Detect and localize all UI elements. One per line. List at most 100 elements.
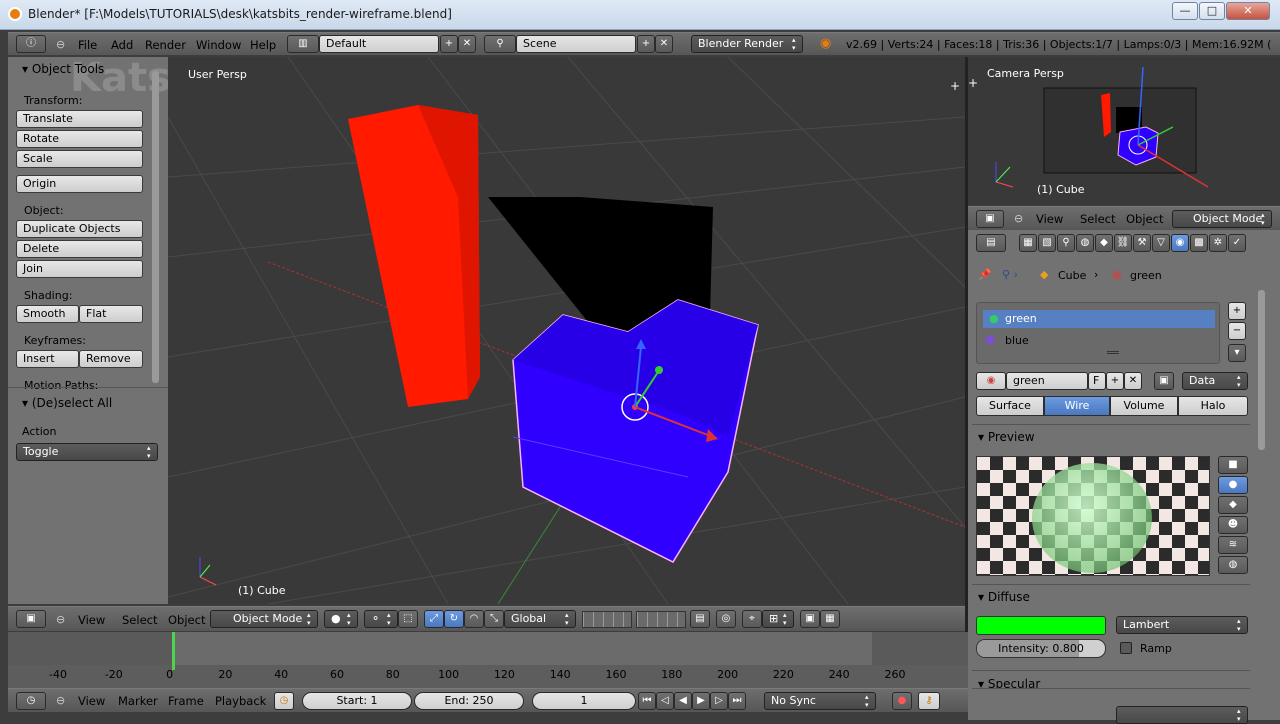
intensity-slider[interactable]: Intensity: 0.800 xyxy=(976,639,1106,658)
arc-manipulator-icon[interactable]: ◠ xyxy=(464,610,484,628)
ramp-checkbox[interactable] xyxy=(1120,642,1132,654)
render-tab-icon[interactable]: ▦ xyxy=(1019,234,1037,252)
unlink-material-button[interactable]: ✕ xyxy=(1124,372,1142,390)
pin-icon[interactable]: 📌 xyxy=(978,268,992,281)
collapse-icon[interactable]: ⊖ xyxy=(1014,212,1023,225)
slot-specials-button[interactable]: ▾ xyxy=(1228,344,1246,362)
screen-layout-icon[interactable]: ▥ xyxy=(287,35,319,53)
material-tab-icon[interactable]: ◉ xyxy=(1171,234,1189,252)
collapse-icon[interactable]: ⊖ xyxy=(56,613,65,626)
record-icon[interactable]: ● xyxy=(892,692,912,710)
tab-wire[interactable]: Wire xyxy=(1044,396,1110,416)
preview-panel-title[interactable]: ▾ Preview xyxy=(978,430,1035,444)
preview-cube-icon[interactable]: ◆ xyxy=(1218,496,1248,514)
viewport-shading-select[interactable]: ● xyxy=(324,610,358,628)
modifiers-tab-icon[interactable]: ⚒ xyxy=(1133,234,1151,252)
play-reverse-icon[interactable]: ◀ xyxy=(674,692,692,710)
render-image-icon[interactable]: ▣ xyxy=(800,610,820,628)
collapse-menus-icon[interactable]: ⊖ xyxy=(56,38,65,51)
menu-object[interactable]: Object xyxy=(1126,212,1163,226)
insert-keyframe-button[interactable]: Insert xyxy=(16,350,79,368)
jump-start-icon[interactable]: ⏮ xyxy=(638,692,656,710)
jump-keyframe-back-icon[interactable]: ◁ xyxy=(656,692,674,710)
node-toggle-icon[interactable]: ▣ xyxy=(1154,372,1174,390)
viewport-plus-icon[interactable]: + xyxy=(950,79,960,93)
minimize-button[interactable]: — xyxy=(1172,2,1198,20)
menu-playback[interactable]: Playback xyxy=(215,694,266,708)
tool-shelf-scrollbar[interactable] xyxy=(152,71,159,383)
maximize-button[interactable]: □ xyxy=(1199,2,1225,20)
camera-plus-icon[interactable]: + xyxy=(968,76,978,90)
fake-user-button[interactable]: F xyxy=(1088,372,1106,390)
tab-volume[interactable]: Volume xyxy=(1110,396,1178,416)
breadcrumb-object[interactable]: Cube xyxy=(1058,269,1086,282)
join-button[interactable]: Join xyxy=(16,260,143,278)
jump-end-icon[interactable]: ⏭ xyxy=(728,692,746,710)
manipulator-toggle-icon[interactable]: ⬚ xyxy=(398,610,418,628)
menu-render[interactable]: Render xyxy=(145,38,186,52)
preview-world-icon[interactable]: ◍ xyxy=(1218,556,1248,574)
diffuse-panel-title[interactable]: ▾ Diffuse xyxy=(978,590,1030,604)
render-layers-tab-icon[interactable]: ▧ xyxy=(1038,234,1056,252)
play-icon[interactable]: ▶ xyxy=(692,692,710,710)
current-frame-field[interactable]: 1 xyxy=(532,692,636,710)
menu-view[interactable]: View xyxy=(1036,212,1063,226)
flat-button[interactable]: Flat xyxy=(79,305,143,323)
collapse-icon[interactable]: ⊖ xyxy=(56,694,65,707)
deselect-all-title[interactable]: ▾ (De)select All xyxy=(22,396,112,410)
diffuse-color-swatch[interactable] xyxy=(976,616,1106,635)
start-frame-field[interactable]: Start: 1 xyxy=(302,692,412,710)
particles-tab-icon[interactable]: ✲ xyxy=(1209,234,1227,252)
smooth-button[interactable]: Smooth xyxy=(16,305,79,323)
close-button[interactable]: ✕ xyxy=(1226,2,1270,20)
end-frame-field[interactable]: End: 250 xyxy=(414,692,524,710)
add-layout-icon[interactable]: + xyxy=(440,35,458,53)
add-slot-button[interactable]: + xyxy=(1228,302,1246,320)
world-tab-icon[interactable]: ◍ xyxy=(1076,234,1094,252)
menu-frame[interactable]: Frame xyxy=(168,694,204,708)
menu-window[interactable]: Window xyxy=(196,38,241,52)
tab-surface[interactable]: Surface xyxy=(976,396,1044,416)
menu-view[interactable]: View xyxy=(78,694,105,708)
jump-keyframe-forward-icon[interactable]: ▷ xyxy=(710,692,728,710)
add-scene-icon[interactable]: + xyxy=(637,35,655,53)
scene-layers-grid[interactable] xyxy=(636,611,686,628)
translate-manipulator-icon[interactable]: ⤢ xyxy=(424,610,444,628)
duplicate-objects-button[interactable]: Duplicate Objects xyxy=(16,220,143,238)
new-material-button[interactable]: + xyxy=(1106,372,1124,390)
physics-tab-icon[interactable]: ✓ xyxy=(1228,234,1246,252)
list-resize-handle[interactable] xyxy=(1107,351,1119,354)
material-browse-icon[interactable]: ◉ xyxy=(976,372,1006,390)
editor-type-button[interactable]: ▣ xyxy=(976,210,1004,228)
delete-button[interactable]: Delete xyxy=(16,240,143,258)
transform-orientation-select[interactable]: Global xyxy=(504,610,576,628)
menu-add[interactable]: Add xyxy=(111,38,133,52)
object-mode-select[interactable]: Object Mode xyxy=(1172,210,1272,228)
material-link-select[interactable]: Data xyxy=(1182,372,1248,390)
remove-slot-button[interactable]: − xyxy=(1228,322,1246,340)
object-tab-icon[interactable]: ◆ xyxy=(1095,234,1113,252)
editor-type-button[interactable]: ◷ xyxy=(16,692,46,710)
scene-tab-icon[interactable]: ⚲ xyxy=(1057,234,1075,252)
proportional-edit-icon[interactable]: ◎ xyxy=(716,610,736,628)
menu-view[interactable]: View xyxy=(78,613,105,627)
render-engine-select[interactable]: Blender Render xyxy=(691,35,803,53)
preview-monkey-icon[interactable]: ☻ xyxy=(1218,516,1248,534)
preview-flat-icon[interactable]: ■ xyxy=(1218,456,1248,474)
data-tab-icon[interactable]: ▽ xyxy=(1152,234,1170,252)
texture-tab-icon[interactable]: ▩ xyxy=(1190,234,1208,252)
menu-file[interactable]: File xyxy=(78,38,97,52)
menu-object[interactable]: Object xyxy=(168,613,205,627)
preview-sphere-icon[interactable]: ● xyxy=(1218,476,1248,494)
interaction-mode-select[interactable]: Object Mode xyxy=(210,610,318,628)
screen-layout-field[interactable]: Default xyxy=(319,35,439,53)
scene-layers-grid[interactable] xyxy=(582,611,632,628)
snap-element-select[interactable]: ⊞ xyxy=(762,610,794,628)
keying-set-icon[interactable]: ⚷ xyxy=(918,692,940,710)
preview-range-icon[interactable]: ◷ xyxy=(274,692,294,710)
scale-button[interactable]: Scale xyxy=(16,150,143,168)
menu-marker[interactable]: Marker xyxy=(118,694,158,708)
material-name-field[interactable]: green xyxy=(1006,372,1088,390)
properties-scrollbar[interactable] xyxy=(1258,290,1265,450)
lock-layers-icon[interactable]: ▤ xyxy=(690,610,710,628)
